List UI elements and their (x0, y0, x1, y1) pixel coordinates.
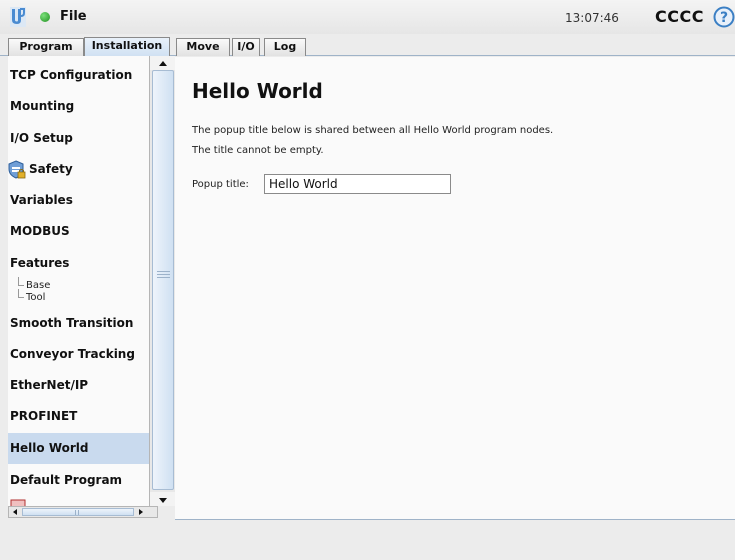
scroll-thumb[interactable] (152, 70, 174, 490)
sidebar-item-tcp-configuration[interactable]: TCP Configuration (8, 67, 149, 83)
tab-io[interactable]: I/O (232, 38, 260, 56)
scroll-thumb-horizontal[interactable] (22, 508, 134, 516)
tab-log[interactable]: Log (264, 38, 306, 56)
installation-sidebar: TCP Configuration Mounting I/O Setup Saf… (8, 56, 149, 506)
sidebar-horizontal-scrollbar[interactable] (8, 506, 158, 518)
arrow-down-icon (159, 498, 167, 503)
arrow-right-icon[interactable] (135, 507, 147, 517)
main-content-pane: Hello World The popup title below is sha… (175, 57, 735, 520)
sidebar-item-hello-world[interactable]: Hello World (8, 433, 149, 464)
sidebar-item-safety[interactable]: Safety (8, 160, 149, 182)
footer-bar (0, 520, 735, 560)
sidebar-item-ethernet-ip[interactable]: EtherNet/IP (8, 377, 149, 393)
ur-logo-icon (10, 7, 26, 27)
scroll-down-button[interactable] (150, 492, 175, 506)
description-text: The popup title below is shared between … (192, 125, 554, 136)
arrow-up-icon (159, 61, 167, 66)
grip-line (157, 274, 170, 275)
sidebar-item-io-setup[interactable]: I/O Setup (8, 130, 149, 146)
grip-line (157, 271, 170, 272)
sidebar-item-label: Safety (29, 162, 73, 176)
grip-line (75, 510, 76, 515)
sidebar-item-variables[interactable]: Variables (8, 192, 149, 208)
svg-text:?: ? (720, 10, 728, 26)
sidebar-item-features[interactable]: Features (8, 255, 149, 271)
title-bar: File 13:07:46 CCCC ? (0, 0, 735, 34)
partial-item-icon (10, 499, 26, 506)
sidebar-item-smooth-transition[interactable]: Smooth Transition (8, 315, 149, 331)
grip-line (78, 510, 79, 515)
sidebar-item-conveyor-tracking[interactable]: Conveyor Tracking (8, 346, 149, 362)
popup-title-input[interactable] (264, 174, 451, 194)
sidebar-item-default-program[interactable]: Default Program (8, 472, 149, 488)
main-tab-bar: Program Installation Move I/O Log (0, 34, 735, 57)
help-icon[interactable]: ? (713, 6, 735, 28)
popup-title-label: Popup title: (192, 179, 249, 190)
scroll-up-button[interactable] (150, 56, 175, 70)
tab-installation[interactable]: Installation (84, 37, 170, 57)
tree-connector (18, 277, 24, 286)
sidebar-subitem-tool[interactable]: Tool (26, 292, 45, 304)
shield-lock-icon (8, 160, 26, 179)
tab-program[interactable]: Program (8, 38, 84, 56)
robot-name: CCCC (655, 7, 704, 26)
sidebar-item-mounting[interactable]: Mounting (8, 98, 149, 114)
sidebar-item-profinet[interactable]: PROFINET (8, 408, 149, 424)
tree-connector (18, 289, 24, 298)
sidebar-vertical-scrollbar[interactable] (149, 56, 175, 506)
tab-move[interactable]: Move (176, 38, 230, 56)
grip-line (157, 277, 170, 278)
page-title: Hello World (192, 79, 323, 103)
file-menu[interactable]: File (60, 9, 87, 24)
sidebar-item-modbus[interactable]: MODBUS (8, 223, 149, 239)
sidebar-subitem-base[interactable]: Base (26, 280, 50, 292)
description-text-2: The title cannot be empty. (192, 145, 324, 156)
robot-status-icon[interactable] (40, 12, 50, 22)
clock: 13:07:46 (565, 11, 619, 25)
arrow-left-icon[interactable] (9, 507, 21, 517)
